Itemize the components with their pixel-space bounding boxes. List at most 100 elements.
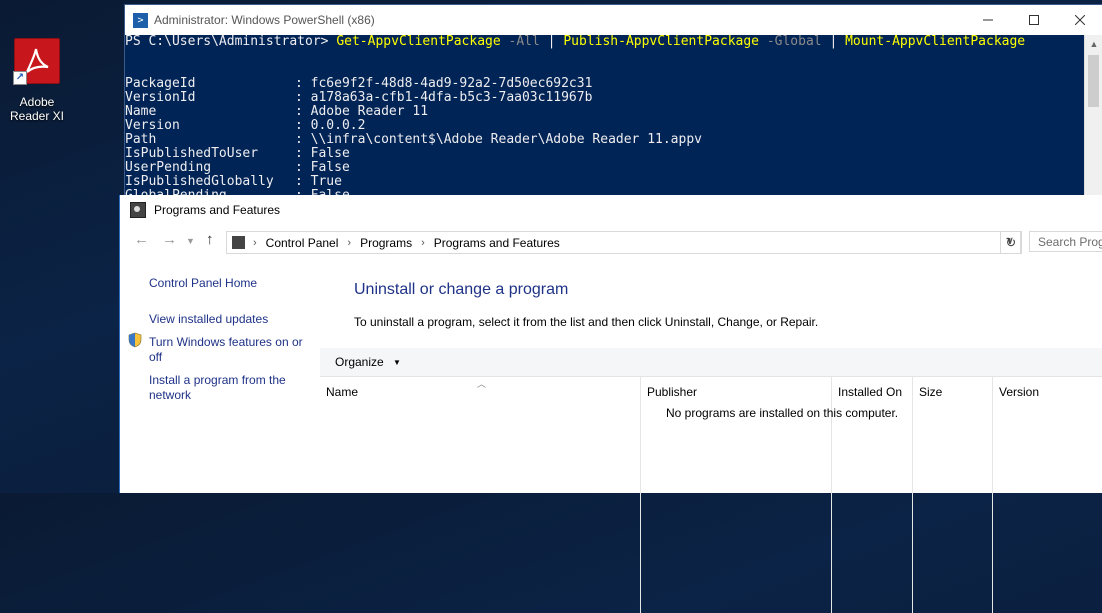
- command-output: PackageId: fc6e9f2f-48d8-4ad9-92a2-7d50e…: [125, 77, 1085, 198]
- output-key: Path: [125, 132, 157, 147]
- output-separator: :: [295, 174, 311, 189]
- powershell-window[interactable]: > Administrator: Windows PowerShell (x86…: [124, 4, 1102, 198]
- page-title: Uninstall or change a program: [354, 281, 569, 298]
- up-arrow-icon[interactable]: ↑: [206, 231, 214, 248]
- desktop-icon-adobe-reader[interactable]: ↗ Adobe Reader XI: [6, 38, 68, 123]
- output-key: Version: [125, 118, 180, 133]
- output-key: UserPending: [125, 160, 212, 175]
- programs-titlebar[interactable]: Programs and Features: [120, 195, 1102, 225]
- breadcrumb-chevron-icon[interactable]: ›: [253, 237, 257, 249]
- desktop-icon-label: Adobe Reader XI: [6, 95, 68, 123]
- maximize-icon: [1029, 15, 1039, 25]
- output-key: Name: [125, 104, 157, 119]
- output-line: Name: Adobe Reader 11: [125, 105, 1085, 119]
- output-separator: :: [295, 160, 311, 175]
- param-all: -All: [500, 35, 540, 49]
- program-list-header: Name Publisher Installed On Size Version: [320, 377, 1102, 613]
- column-version[interactable]: Version: [992, 377, 1039, 613]
- output-key: IsPublishedToUser: [125, 146, 259, 161]
- task-pane: Control Panel Home View installed update…: [120, 257, 320, 493]
- programs-features-window[interactable]: Programs and Features ← → ▼ ↑ › Control …: [119, 195, 1102, 613]
- powershell-titlebar[interactable]: > Administrator: Windows PowerShell (x86…: [125, 5, 1102, 35]
- breadcrumb-chevron-icon[interactable]: ›: [347, 237, 351, 249]
- output-key: PackageId: [125, 76, 196, 91]
- refresh-button[interactable]: ↻: [1000, 231, 1022, 254]
- back-arrow-icon[interactable]: ←: [134, 231, 149, 248]
- prompt-text: PS C:\Users\Administrator>: [125, 35, 337, 49]
- desktop-icon-label-line2: Reader XI: [9, 109, 65, 123]
- features-link-line2: off: [149, 350, 163, 364]
- output-value: 0.0.0.2: [310, 118, 366, 133]
- organize-button[interactable]: Organize ▼: [335, 355, 401, 369]
- output-separator: :: [295, 90, 311, 105]
- output-separator: :: [295, 146, 311, 161]
- view-installed-updates-link[interactable]: View installed updates: [149, 312, 268, 327]
- output-line: IsPublishedToUser: False: [125, 147, 1085, 161]
- control-panel-icon: [130, 202, 146, 218]
- output-line: PackageId: fc6e9f2f-48d8-4ad9-92a2-7d50e…: [125, 77, 1085, 91]
- main-pane: Uninstall or change a program To uninsta…: [320, 257, 1102, 613]
- pipe-2: |: [821, 35, 846, 49]
- features-link-line1: Turn Windows features on or: [149, 335, 303, 349]
- column-publisher[interactable]: Publisher: [640, 377, 697, 613]
- address-control-panel-icon: [232, 236, 245, 249]
- command-line: PS C:\Users\Administrator> Get-AppvClien…: [125, 35, 1085, 49]
- output-key: IsPublishedGlobally: [125, 174, 274, 189]
- powershell-console[interactable]: PS C:\Users\Administrator> Get-AppvClien…: [125, 35, 1085, 197]
- minimize-icon: [983, 19, 993, 21]
- adobe-reader-icon: ↗: [13, 38, 60, 85]
- uac-shield-icon: [128, 332, 142, 348]
- output-separator: :: [295, 76, 311, 91]
- scrollbar-thumb[interactable]: [1088, 55, 1099, 107]
- breadcrumb-programs-features[interactable]: Programs and Features: [434, 236, 560, 250]
- scroll-up-icon[interactable]: ▲: [1085, 35, 1102, 53]
- column-name-label: Name: [326, 385, 359, 399]
- param-global: -Global: [759, 35, 822, 49]
- output-line: VersionId: a178a63a-cfb1-4dfa-b5c3-7aa03…: [125, 91, 1085, 105]
- column-installed-on-label: Installed On: [838, 385, 903, 399]
- pipe-1: |: [539, 35, 564, 49]
- empty-list-message: No programs are installed on this comput…: [666, 406, 899, 420]
- control-panel-home-link[interactable]: Control Panel Home: [149, 276, 257, 291]
- navigation-bar: ← → ▼ ↑ › Control Panel › Programs › Pro…: [120, 228, 1102, 256]
- breadcrumb-chevron-icon[interactable]: ›: [421, 237, 425, 249]
- column-version-label: Version: [999, 385, 1040, 399]
- minimize-button[interactable]: [965, 5, 1011, 35]
- output-value: a178a63a-cfb1-4dfa-b5c3-7aa03c11967b: [310, 90, 593, 105]
- output-separator: :: [295, 132, 311, 147]
- output-key: VersionId: [125, 90, 196, 105]
- desktop-icon-label-line1: Adobe: [19, 95, 55, 109]
- output-value: \\infra\content$\Adobe Reader\Adobe Read…: [310, 132, 702, 147]
- recent-chevron-icon[interactable]: ▼: [186, 236, 195, 246]
- install-from-network-link[interactable]: Install a program from the network: [149, 373, 286, 403]
- powershell-title: Administrator: Windows PowerShell (x86): [154, 13, 375, 27]
- column-size[interactable]: Size: [912, 377, 942, 613]
- breadcrumb-programs[interactable]: Programs: [360, 236, 412, 250]
- powershell-icon: >: [133, 12, 148, 28]
- console-scrollbar[interactable]: ▲: [1084, 35, 1102, 197]
- maximize-button[interactable]: [1011, 5, 1057, 35]
- breadcrumb-control-panel[interactable]: Control Panel: [266, 236, 339, 250]
- output-line: IsPublishedGlobally: True: [125, 175, 1085, 189]
- organize-label: Organize: [335, 355, 384, 369]
- column-size-label: Size: [919, 385, 943, 399]
- close-icon: [1075, 15, 1085, 25]
- install-link-line1: Install a program from the: [149, 373, 286, 387]
- output-line: Version: 0.0.0.2: [125, 119, 1085, 133]
- address-bar[interactable]: › Control Panel › Programs › Programs an…: [226, 231, 1021, 254]
- column-publisher-label: Publisher: [647, 385, 698, 399]
- command-get: Get-AppvClientPackage: [336, 35, 501, 49]
- search-input[interactable]: Search Prog: [1029, 231, 1102, 252]
- forward-arrow-icon[interactable]: →: [162, 231, 177, 248]
- command-toolbar: Organize ▼: [320, 348, 1102, 377]
- output-value: False: [310, 160, 350, 175]
- close-button[interactable]: [1057, 5, 1102, 35]
- shortcut-arrow-icon: ↗: [13, 71, 27, 85]
- output-value: True: [310, 174, 342, 189]
- output-value: fc6e9f2f-48d8-4ad9-92a2-7d50ec692c31: [310, 76, 593, 91]
- window-title: Programs and Features: [154, 203, 281, 217]
- turn-windows-features-link[interactable]: Turn Windows features on or off: [149, 335, 303, 365]
- output-line: Path: \\infra\content$\Adobe Reader\Adob…: [125, 133, 1085, 147]
- command-publish: Publish-AppvClientPackage: [563, 35, 759, 49]
- output-line: UserPending: False: [125, 161, 1085, 175]
